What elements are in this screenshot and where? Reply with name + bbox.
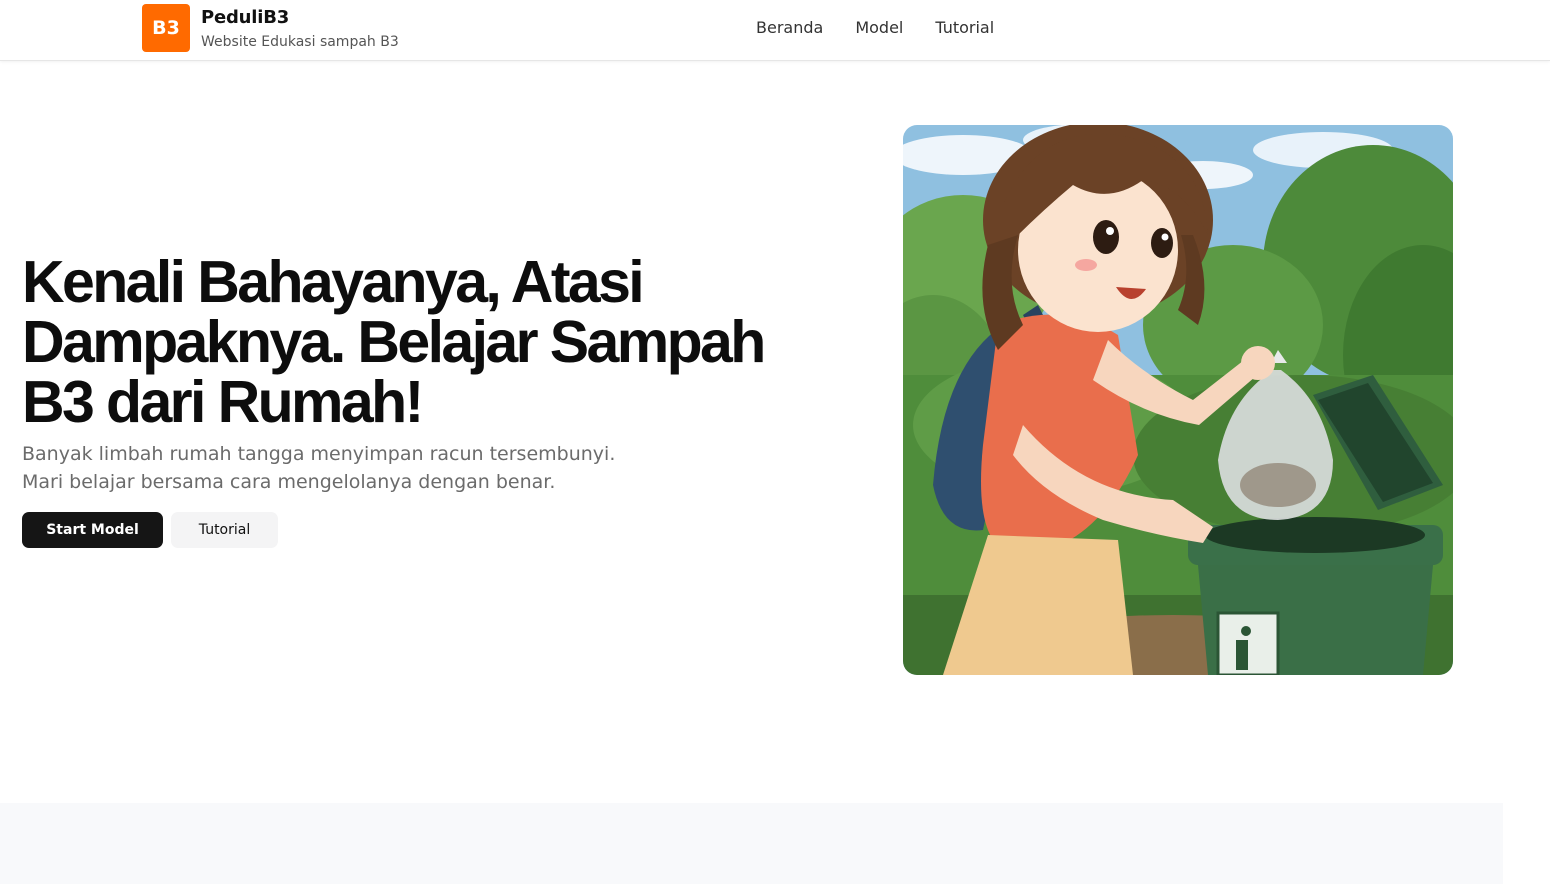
hero-title-line: B3 dari Rumah! [22, 369, 424, 435]
hero-subtitle: Banyak limbah rumah tangga menyimpan rac… [22, 440, 722, 496]
hero-title-line: Kenali Bahayanya, Atasi [22, 249, 645, 315]
brand-text: PeduliB3 Website Edukasi sampah B3 [201, 7, 399, 50]
logo-badge[interactable]: B3 [142, 4, 190, 52]
brand[interactable]: B3 PeduliB3 Website Edukasi sampah B3 [142, 4, 399, 52]
brand-name: PeduliB3 [201, 7, 290, 28]
hero-subtitle-line: Mari belajar bersama cara mengelolanya d… [22, 471, 556, 493]
page: B3 PeduliB3 Website Edukasi sampah B3 Be… [0, 0, 1550, 884]
main-nav: Beranda Model Tutorial [756, 18, 994, 37]
nav-link-beranda[interactable]: Beranda [756, 18, 823, 37]
hero-subtitle-line: Banyak limbah rumah tangga menyimpan rac… [22, 443, 616, 465]
next-section-band [0, 803, 1503, 884]
hero-title: Kenali Bahayanya, Atasi Dampaknya. Belaj… [22, 252, 822, 432]
girl-throwing-trash-illustration [903, 125, 1453, 675]
start-model-button[interactable]: Start Model [22, 512, 163, 548]
navbar: B3 PeduliB3 Website Edukasi sampah B3 Be… [0, 0, 1550, 61]
tutorial-button[interactable]: Tutorial [171, 512, 278, 548]
brand-tagline: Website Edukasi sampah B3 [201, 34, 399, 50]
hero-title-line: Dampaknya. Belajar Sampah [22, 309, 766, 375]
hero-actions: Start Model Tutorial [22, 512, 278, 548]
nav-link-tutorial[interactable]: Tutorial [935, 18, 994, 37]
nav-link-model[interactable]: Model [855, 18, 903, 37]
